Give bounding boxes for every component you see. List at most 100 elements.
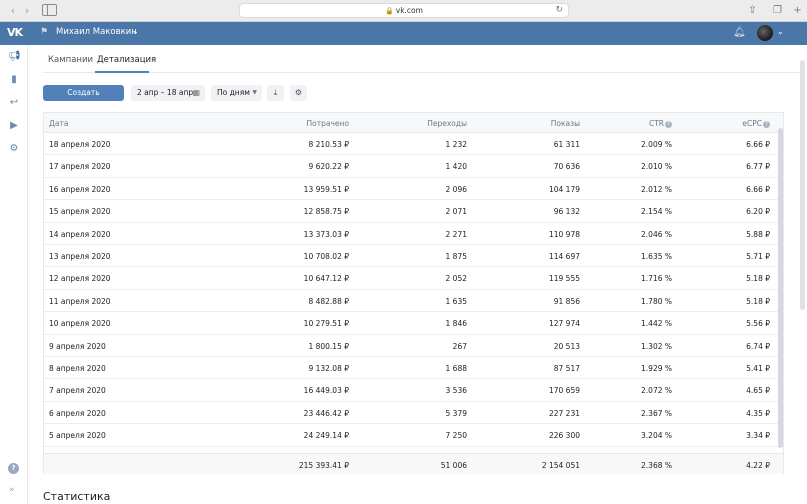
- tab-details[interactable]: Детализация: [97, 55, 156, 65]
- cell-ctr: 3.204 %: [641, 431, 672, 441]
- cell-clicks: 2 096: [445, 184, 467, 194]
- cell-ecpc: 6.66 ₽: [746, 140, 770, 149]
- chevron-down-icon[interactable]: ⌄: [777, 27, 784, 36]
- cell-clicks: 5 379: [445, 408, 467, 418]
- table-scrollbar[interactable]: [778, 128, 783, 448]
- cell-ctr: 2.046 %: [641, 229, 672, 239]
- ecpc-label: eCPC: [742, 119, 762, 128]
- stats-table: Дата Потрачено Переходы Показы CTR? eCPC…: [43, 112, 784, 474]
- cell-clicks: 1 635: [445, 296, 467, 306]
- reload-icon[interactable]: ↻: [555, 4, 563, 17]
- browser-toolbar: ‹ › 🔒 vk.com ↻ ⇪ ❐ +: [0, 0, 807, 22]
- total-ctr: 2.368 %: [641, 461, 672, 470]
- column-header-ctr[interactable]: CTR?: [649, 119, 672, 128]
- expand-icon[interactable]: »: [9, 485, 15, 495]
- table-row: 8 апреля 2020 9 132.08 ₽ 1 688 87 517 1.929 …: [44, 357, 783, 380]
- column-header-impressions[interactable]: Показы: [551, 119, 580, 128]
- page-scrollbar[interactable]: [800, 60, 805, 310]
- download-button[interactable]: ⤓: [267, 85, 284, 101]
- forward-icon[interactable]: ›: [20, 4, 34, 17]
- retarget-icon[interactable]: ↩: [8, 97, 20, 109]
- left-sidebar: 📢︎ ▮ ↩ ▶ ⚙ ? »: [0, 45, 28, 504]
- cell-ecpc: 5.88 ₽: [746, 229, 770, 239]
- account-name[interactable]: Михаил Маковкин: [56, 27, 137, 37]
- cell-spent: 9 132.08 ₽: [308, 364, 349, 373]
- column-header-ecpc[interactable]: eCPC?: [742, 119, 770, 128]
- column-header-clicks[interactable]: Переходы: [427, 119, 467, 128]
- back-icon[interactable]: ‹: [6, 4, 20, 17]
- gear-icon[interactable]: ⚙: [8, 143, 20, 155]
- cell-clicks: 2 071: [445, 207, 467, 217]
- cell-date: 8 апреля 2020: [49, 364, 106, 373]
- cell-spent: 8 482.88 ₽: [308, 296, 349, 306]
- cell-spent: 12 858.75 ₽: [303, 207, 349, 217]
- tab-campaigns[interactable]: Кампании: [48, 55, 93, 65]
- cell-ctr: 2.072 %: [641, 386, 672, 396]
- active-tab-indicator: [95, 71, 149, 73]
- table-row: 12 апреля 2020 10 647.12 ₽ 2 052 119 555 1.7…: [44, 267, 783, 290]
- help-icon[interactable]: ?: [8, 463, 19, 474]
- period-select[interactable]: По дням ▼: [211, 85, 262, 101]
- cell-date: 13 апреля 2020: [49, 252, 111, 261]
- cell-clicks: 2 271: [445, 229, 467, 239]
- cell-ecpc: 4.65 ₽: [746, 386, 770, 396]
- section-title-statistics: Статистика: [43, 490, 111, 503]
- cell-clicks: 1 420: [445, 162, 467, 172]
- cell-spent: 24 249.14 ₽: [303, 431, 349, 441]
- table-row: 9 апреля 2020 1 800.15 ₽ 267 20 513 1.302 % 6…: [44, 335, 783, 357]
- cell-ecpc: 3.34 ₽: [746, 431, 770, 441]
- sidebar-toggle-icon[interactable]: [42, 4, 57, 16]
- cell-impressions: 114 697: [548, 252, 580, 261]
- tabs-icon[interactable]: ❐: [771, 4, 784, 17]
- cell-clicks: 1 232: [445, 140, 467, 149]
- cell-impressions: 91 856: [553, 296, 580, 306]
- cell-ctr: 1.442 %: [641, 319, 672, 329]
- cell-ctr: 1.929 %: [641, 364, 672, 373]
- address-bar[interactable]: 🔒 vk.com ↻: [239, 3, 569, 18]
- cell-spent: 10 708.02 ₽: [303, 252, 349, 261]
- new-tab-icon[interactable]: +: [791, 4, 804, 17]
- cell-impressions: 104 179: [548, 184, 580, 194]
- chevron-down-icon[interactable]: ⌄: [132, 27, 139, 36]
- cell-impressions: 96 132: [553, 207, 580, 217]
- bell-icon[interactable]: 🔔︎: [733, 27, 746, 38]
- table-header: Дата Потрачено Переходы Показы CTR? eCPC…: [44, 113, 783, 133]
- vk-logo[interactable]: VK: [7, 26, 23, 39]
- calendar-icon: ▦: [192, 88, 200, 97]
- cell-impressions: 70 636: [553, 162, 580, 172]
- total-clicks: 51 006: [440, 461, 467, 470]
- date-range-picker[interactable]: 2 апр – 18 апр ▦: [131, 85, 205, 101]
- create-ad-button[interactable]: Создать объявление: [43, 85, 124, 113]
- cell-date: 7 апреля 2020: [49, 386, 106, 396]
- cell-spent: 23 446.42 ₽: [303, 408, 349, 418]
- cell-clicks: 3 536: [445, 386, 467, 396]
- question-icon[interactable]: ?: [763, 121, 770, 128]
- table-row: 17 апреля 2020 9 620.22 ₽ 1 420 70 636 2.010…: [44, 155, 783, 178]
- video-icon[interactable]: ▶: [8, 120, 20, 132]
- table-row: 18 апреля 2020 8 210.53 ₽ 1 232 61 311 2.009…: [44, 133, 783, 156]
- download-icon: ⤓: [273, 88, 278, 97]
- column-header-date[interactable]: Дата: [49, 119, 68, 128]
- megaphone-icon[interactable]: 📢︎: [8, 51, 21, 63]
- cell-ecpc: 5.41 ₽: [746, 364, 770, 373]
- cell-ecpc: 5.56 ₽: [746, 319, 770, 329]
- stats-icon[interactable]: ▮: [8, 74, 20, 86]
- cell-spent: 10 647.12 ₽: [303, 274, 349, 284]
- avatar[interactable]: [757, 25, 773, 41]
- cell-impressions: 127 974: [548, 319, 580, 329]
- table-row: 16 апреля 2020 13 959.51 ₽ 2 096 104 179 2.0…: [44, 178, 783, 201]
- question-icon[interactable]: ?: [665, 121, 672, 128]
- share-icon[interactable]: ⇪: [746, 4, 759, 17]
- table-row: 11 апреля 2020 8 482.88 ₽ 1 635 91 856 1.780…: [44, 290, 783, 313]
- cell-ctr: 2.010 %: [641, 162, 672, 172]
- cell-ecpc: 6.74 ₽: [746, 341, 770, 351]
- period-value: По дням: [217, 88, 250, 97]
- cell-ecpc: 6.20 ₽: [746, 207, 770, 217]
- column-header-spent[interactable]: Потрачено: [307, 119, 350, 128]
- cell-clicks: 2 052: [445, 274, 467, 284]
- cell-impressions: 119 555: [548, 274, 580, 284]
- cell-impressions: 170 659: [548, 386, 580, 396]
- cell-spent: 1 800.15 ₽: [308, 341, 349, 351]
- cell-ecpc: 5.18 ₽: [746, 296, 770, 306]
- settings-button[interactable]: ⚙: [290, 85, 307, 101]
